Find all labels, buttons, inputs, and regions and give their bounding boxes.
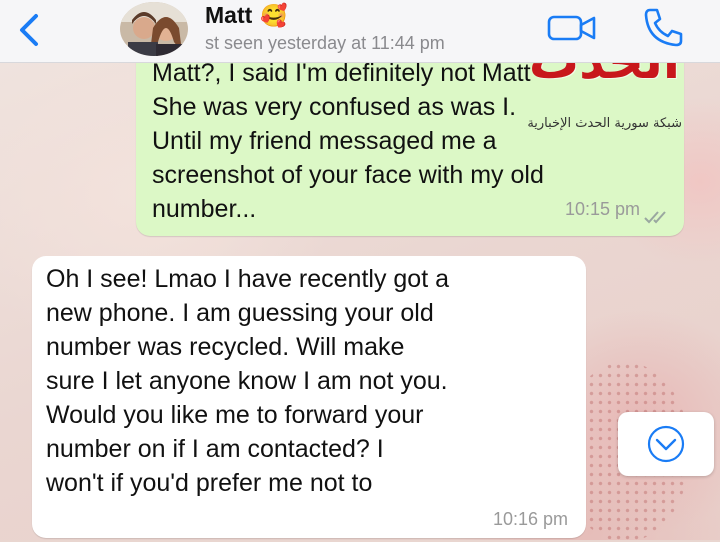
incoming-message-bubble[interactable]: Oh I see! Lmao I have recently got a new…	[32, 256, 586, 538]
scroll-to-bottom-button[interactable]	[618, 412, 714, 476]
chat-header: Matt 🥰 st seen yesterday at 11:44 pm	[0, 0, 720, 63]
message-line: She was very confused as was I.	[152, 93, 517, 121]
message-line: Until my friend messaged me a	[152, 127, 497, 155]
contact-name-text: Matt	[205, 2, 253, 28]
phone-icon[interactable]	[640, 6, 686, 48]
contact-name[interactable]: Matt 🥰	[205, 2, 288, 29]
message-line: screenshot of your face with my old	[152, 161, 544, 189]
chevron-left-icon[interactable]	[12, 10, 48, 50]
message-line: number on if I am contacted? I	[46, 435, 384, 463]
message-line: Oh I see! Lmao I have recently got a	[46, 265, 450, 293]
message-line: new phone. I am guessing your old	[46, 299, 434, 327]
message-timestamp: 10:15 pm	[564, 199, 640, 219]
double-check-icon	[644, 211, 666, 224]
avatar[interactable]	[120, 2, 188, 56]
outgoing-message-bubble[interactable]: Matt?, I said I'm definitely not Matt Sh…	[136, 48, 684, 236]
message-line: won't if you'd prefer me not to	[46, 469, 373, 497]
message-timestamp: 10:16 pm	[492, 509, 568, 529]
message-line: number was recycled. Will make	[46, 333, 405, 361]
message-line: sure I let anyone know I am not you.	[46, 367, 448, 395]
message-text: Oh I see! Lmao I have recently got a new…	[46, 262, 582, 500]
chevron-down-circle-icon	[647, 425, 685, 463]
video-camera-icon[interactable]	[546, 10, 598, 44]
message-line: Would you like me to forward your	[46, 401, 424, 429]
smiling-face-with-hearts-icon: 🥰	[260, 3, 288, 28]
last-seen-status: st seen yesterday at 11:44 pm	[205, 33, 445, 53]
